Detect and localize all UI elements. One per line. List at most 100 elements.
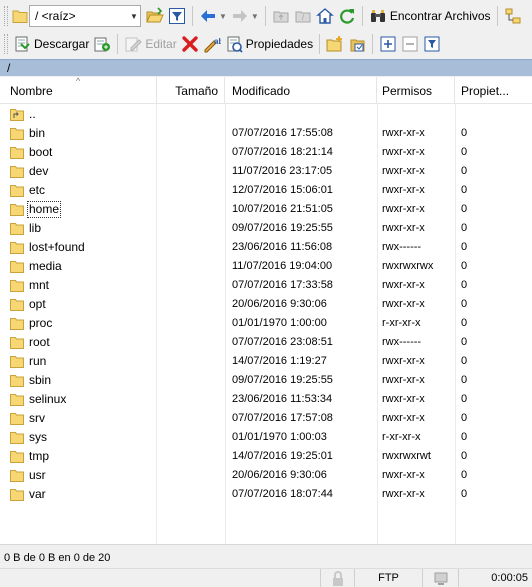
select-all-button[interactable] xyxy=(377,32,399,56)
path-combo[interactable]: / <raíz> ▼ xyxy=(29,5,141,27)
modified-cell: 07/07/2016 23:08:51 xyxy=(232,336,333,348)
permissions-cell: rwxr-xr-x xyxy=(382,127,425,139)
owner-cell: 0 xyxy=(461,317,468,329)
file-name: sys xyxy=(29,430,47,444)
filter-icon xyxy=(168,7,186,25)
back-button[interactable]: ▼ xyxy=(197,4,229,28)
download-options-button[interactable] xyxy=(91,32,113,56)
parent-directory-row[interactable]: .. xyxy=(0,105,532,124)
column-header-size[interactable]: Tamaño xyxy=(157,77,225,104)
name-cell: .. xyxy=(10,105,37,124)
table-row[interactable]: proc 01/01/1970 1:00:00 r-xr-xr-x 0 xyxy=(0,314,532,333)
owner-cell: 0 xyxy=(461,336,468,348)
find-files-label: Encontrar Archivos xyxy=(389,9,491,23)
home-directory-button[interactable] xyxy=(314,4,336,28)
table-row[interactable]: dev 11/07/2016 23:17:05 rwxr-xr-x 0 xyxy=(0,162,532,181)
owner-cell: 0 xyxy=(461,355,468,367)
folder-icon xyxy=(10,127,24,140)
file-name: dev xyxy=(29,164,49,178)
modified-cell: 11/07/2016 23:17:05 xyxy=(232,165,333,177)
properties-button[interactable]: Propiedades xyxy=(223,32,315,56)
column-header-owner-label: Propiet... xyxy=(461,84,510,98)
name-cell: lib xyxy=(10,219,42,238)
owner-cell: 0 xyxy=(461,203,468,215)
filter-icon xyxy=(423,35,441,53)
table-row[interactable]: opt 20/06/2016 9:30:06 rwxr-xr-x 0 xyxy=(0,295,532,314)
column-header-modified[interactable]: Modificado xyxy=(225,77,377,104)
current-path-bar: / xyxy=(0,59,532,76)
folder-icon xyxy=(10,260,24,273)
table-row[interactable]: lost+found 23/06/2016 11:56:08 rwx------ 0 xyxy=(0,238,532,257)
table-row[interactable]: sbin 09/07/2016 19:25:55 rwxr-xr-x 0 xyxy=(0,371,532,390)
permissions-cell: rwxr-xr-x xyxy=(382,222,425,234)
folder-icon xyxy=(10,222,24,235)
permissions-cell: rwxr-xr-x xyxy=(382,203,425,215)
column-header-name[interactable]: ^ Nombre xyxy=(0,76,157,104)
file-name: usr xyxy=(29,468,46,482)
folder-icon xyxy=(10,355,24,368)
modified-cell: 07/07/2016 18:21:14 xyxy=(232,146,333,158)
table-row[interactable]: media 11/07/2016 19:04:00 rwxrwxrwx 0 xyxy=(0,257,532,276)
permissions-cell: r-xr-xr-x xyxy=(382,431,421,443)
plus-box-icon xyxy=(379,35,397,53)
chevron-down-icon[interactable]: ▼ xyxy=(251,12,259,21)
modified-cell: 07/07/2016 18:07:44 xyxy=(232,488,333,500)
table-row[interactable]: mnt 07/07/2016 17:33:58 rwxr-xr-x 0 xyxy=(0,276,532,295)
toolbar-grip[interactable] xyxy=(4,34,8,54)
table-row[interactable]: var 07/07/2016 18:07:44 rwxr-xr-x 0 xyxy=(0,485,532,504)
table-row[interactable]: run 14/07/2016 1:19:27 rwxr-xr-x 0 xyxy=(0,352,532,371)
table-row[interactable]: boot 07/07/2016 18:21:14 rwxr-xr-x 0 xyxy=(0,143,532,162)
column-header-owner[interactable]: Propiet... xyxy=(455,77,532,104)
parent-directory-button[interactable] xyxy=(270,4,292,28)
modified-cell: 20/06/2016 9:30:06 xyxy=(232,469,327,481)
chevron-down-icon[interactable]: ▼ xyxy=(128,12,140,21)
properties-label: Propiedades xyxy=(245,37,314,51)
new-file-button[interactable] xyxy=(346,32,368,56)
delete-button[interactable] xyxy=(179,32,201,56)
owner-cell: 0 xyxy=(461,469,468,481)
filter-button[interactable] xyxy=(166,4,188,28)
name-cell: sys xyxy=(10,428,48,447)
chevron-down-icon[interactable]: ▼ xyxy=(219,12,227,21)
column-header-permissions-label: Permisos xyxy=(382,84,433,98)
permissions-cell: rwxr-xr-x xyxy=(382,146,425,158)
root-directory-button[interactable]: / xyxy=(292,4,314,28)
table-row[interactable]: root 07/07/2016 23:08:51 rwx------ 0 xyxy=(0,333,532,352)
computer-icon xyxy=(432,570,450,587)
file-name: run xyxy=(29,354,47,368)
toolbar-separator xyxy=(361,6,363,26)
owner-cell: 0 xyxy=(461,165,468,177)
name-cell: sbin xyxy=(10,371,52,390)
table-row[interactable]: selinux 23/06/2016 11:53:34 rwxr-xr-x 0 xyxy=(0,390,532,409)
new-folder-button[interactable] xyxy=(324,32,346,56)
toolbar-grip[interactable] xyxy=(4,6,8,26)
unselect-all-button[interactable] xyxy=(399,32,421,56)
tree-view-button[interactable] xyxy=(502,4,524,28)
download-button[interactable]: Descargar xyxy=(11,32,91,56)
folder-icon xyxy=(10,146,24,159)
refresh-button[interactable] xyxy=(336,4,358,28)
table-row[interactable]: etc 12/07/2016 15:06:01 rwxr-xr-x 0 xyxy=(0,181,532,200)
table-row[interactable]: usr 20/06/2016 9:30:06 rwxr-xr-x 0 xyxy=(0,466,532,485)
table-row[interactable]: home 10/07/2016 21:51:05 rwxr-xr-x 0 xyxy=(0,200,532,219)
table-row[interactable]: sys 01/01/1970 1:00:03 r-xr-xr-x 0 xyxy=(0,428,532,447)
modified-cell: 20/06/2016 9:30:06 xyxy=(232,298,327,310)
refresh-icon xyxy=(338,7,356,25)
table-row[interactable]: bin 07/07/2016 17:55:08 rwxr-xr-x 0 xyxy=(0,124,532,143)
rename-button[interactable]: ab xyxy=(201,32,223,56)
find-files-button[interactable]: Encontrar Archivos xyxy=(367,4,493,28)
table-row[interactable]: lib 09/07/2016 19:25:55 rwxr-xr-x 0 xyxy=(0,219,532,238)
filter-selection-button[interactable] xyxy=(421,32,443,56)
table-row[interactable]: srv 07/07/2016 17:57:08 rwxr-xr-x 0 xyxy=(0,409,532,428)
file-name: lib xyxy=(29,221,42,235)
file-list[interactable]: ^ Nombre Tamaño Modificado Permisos Prop… xyxy=(0,76,532,545)
modified-cell: 07/07/2016 17:57:08 xyxy=(232,412,333,424)
column-header-permissions[interactable]: Permisos xyxy=(377,77,455,104)
folder-icon xyxy=(10,203,24,216)
edit-button[interactable]: Editar xyxy=(122,32,178,56)
toolbar-separator xyxy=(496,6,498,26)
table-row[interactable]: tmp 14/07/2016 19:25:01 rwxrwxrwt 0 xyxy=(0,447,532,466)
status-bar: FTP 0:00:05 xyxy=(0,568,532,587)
forward-button[interactable]: ▼ xyxy=(229,4,261,28)
open-folder-button[interactable] xyxy=(144,4,166,28)
